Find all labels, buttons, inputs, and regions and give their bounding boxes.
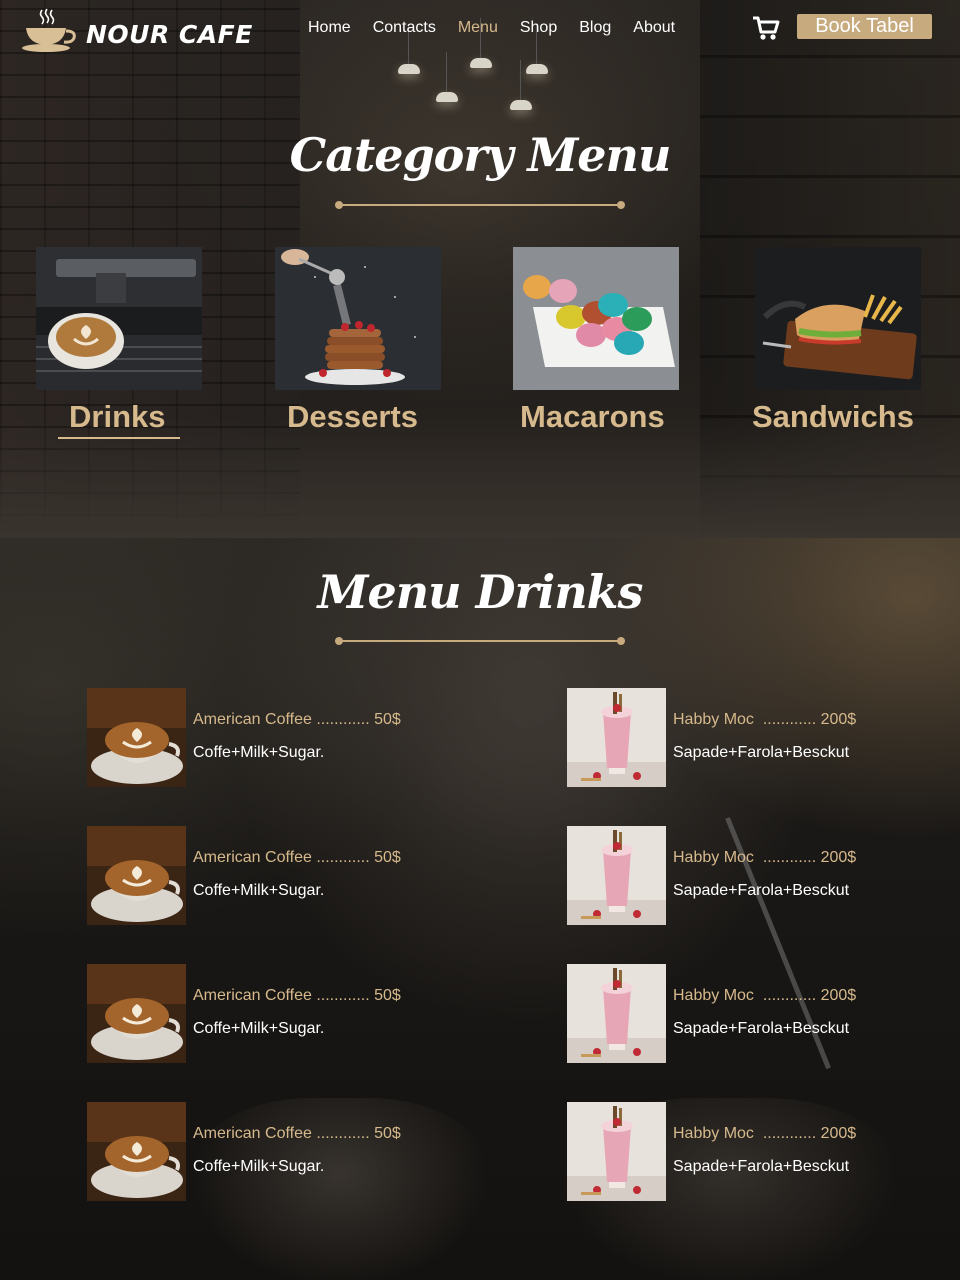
menu-item-image [567,688,666,787]
category-label-desserts: Desserts [287,399,418,434]
category-label-sandwichs: Sandwichs [752,399,914,434]
book-table-button[interactable]: Book Tabel [797,14,932,39]
nav-link-shop[interactable]: Shop [520,19,557,37]
menu-item-name-price: American Coffee ............ 50$ [193,711,401,728]
cart-icon [753,16,780,40]
menu-item-habby-moc[interactable]: Habby Moc ............ 200$ Sapade+Farola… [567,964,907,1064]
brand-name: NOUR CAFE [86,19,253,49]
category-image-drinks [36,247,202,390]
menu-item-description: Coffe+Milk+Sugar. [193,744,325,761]
menu-item-description: Coffe+Milk+Sugar. [193,1020,325,1037]
category-image-desserts [275,247,441,390]
menu-item-description: Sapade+Farola+Besckut [673,744,850,761]
nav-link-about[interactable]: About [633,19,675,37]
menu-item-american-coffee[interactable]: American Coffee ............ 50$ Coffe+Mi… [87,688,427,788]
menu-title-divider [335,637,625,645]
menu-item-image [87,826,186,925]
nav-link-menu[interactable]: Menu [458,19,498,37]
menu-item-habby-moc[interactable]: Habby Moc ............ 200$ Sapade+Farola… [567,1102,907,1202]
menu-item-description: Sapade+Farola+Besckut [673,1020,850,1037]
menu-item-name-price: American Coffee ............ 50$ [193,987,401,1004]
nav-links: Home Contacts Menu Shop Blog About [308,19,697,37]
menu-item-name-price: American Coffee ............ 50$ [193,1125,401,1142]
pendant-lamp [398,24,420,74]
category-image-macarons [513,247,679,390]
menu-item-name-price: Habby Moc ............ 200$ [673,1125,857,1142]
floor-background [0,418,960,538]
category-label-drinks: Drinks [69,399,166,434]
menu-item-image [567,1102,666,1201]
nav-link-contacts[interactable]: Contacts [373,19,436,37]
menu-item-american-coffee[interactable]: American Coffee ............ 50$ Coffe+Mi… [87,1102,427,1202]
cart-button[interactable] [752,15,780,41]
menu-item-american-coffee[interactable]: American Coffee ............ 50$ Coffe+Mi… [87,826,427,926]
menu-item-habby-moc[interactable]: Habby Moc ............ 200$ Sapade+Farola… [567,688,907,788]
menu-item-name-price: Habby Moc ............ 200$ [673,849,857,866]
category-menu-title: Category Menu [289,128,672,182]
menu-item-description: Sapade+Farola+Besckut [673,1158,850,1175]
menu-item-description: Sapade+Farola+Besckut [673,882,850,899]
coffee-cup-icon [22,8,76,52]
menu-item-image [567,964,666,1063]
brand-logo[interactable]: NOUR CAFE [22,8,253,54]
menu-item-name-price: Habby Moc ............ 200$ [673,987,857,1004]
menu-item-habby-moc[interactable]: Habby Moc ............ 200$ Sapade+Farola… [567,826,907,926]
menu-drinks-title: Menu Drinks [317,565,644,619]
category-image-sandwichs [755,247,921,390]
menu-item-image [87,1102,186,1201]
menu-item-image [567,826,666,925]
pendant-lamp [436,52,458,102]
menu-item-image [87,964,186,1063]
category-label-macarons: Macarons [520,399,665,434]
category-active-underline [58,437,180,439]
top-navigation: NOUR CAFE Home Contacts Menu Shop Blog A… [0,0,960,60]
menu-item-name-price: Habby Moc ............ 200$ [673,711,857,728]
pendant-lamp [526,24,548,74]
pendant-lamp [510,60,532,110]
nav-link-blog[interactable]: Blog [579,19,611,37]
menu-item-description: Coffe+Milk+Sugar. [193,882,325,899]
title-divider [335,201,625,209]
menu-item-name-price: American Coffee ............ 50$ [193,849,401,866]
menu-item-description: Coffe+Milk+Sugar. [193,1158,325,1175]
menu-item-image [87,688,186,787]
menu-item-american-coffee[interactable]: American Coffee ............ 50$ Coffe+Mi… [87,964,427,1064]
nav-link-home[interactable]: Home [308,19,351,37]
